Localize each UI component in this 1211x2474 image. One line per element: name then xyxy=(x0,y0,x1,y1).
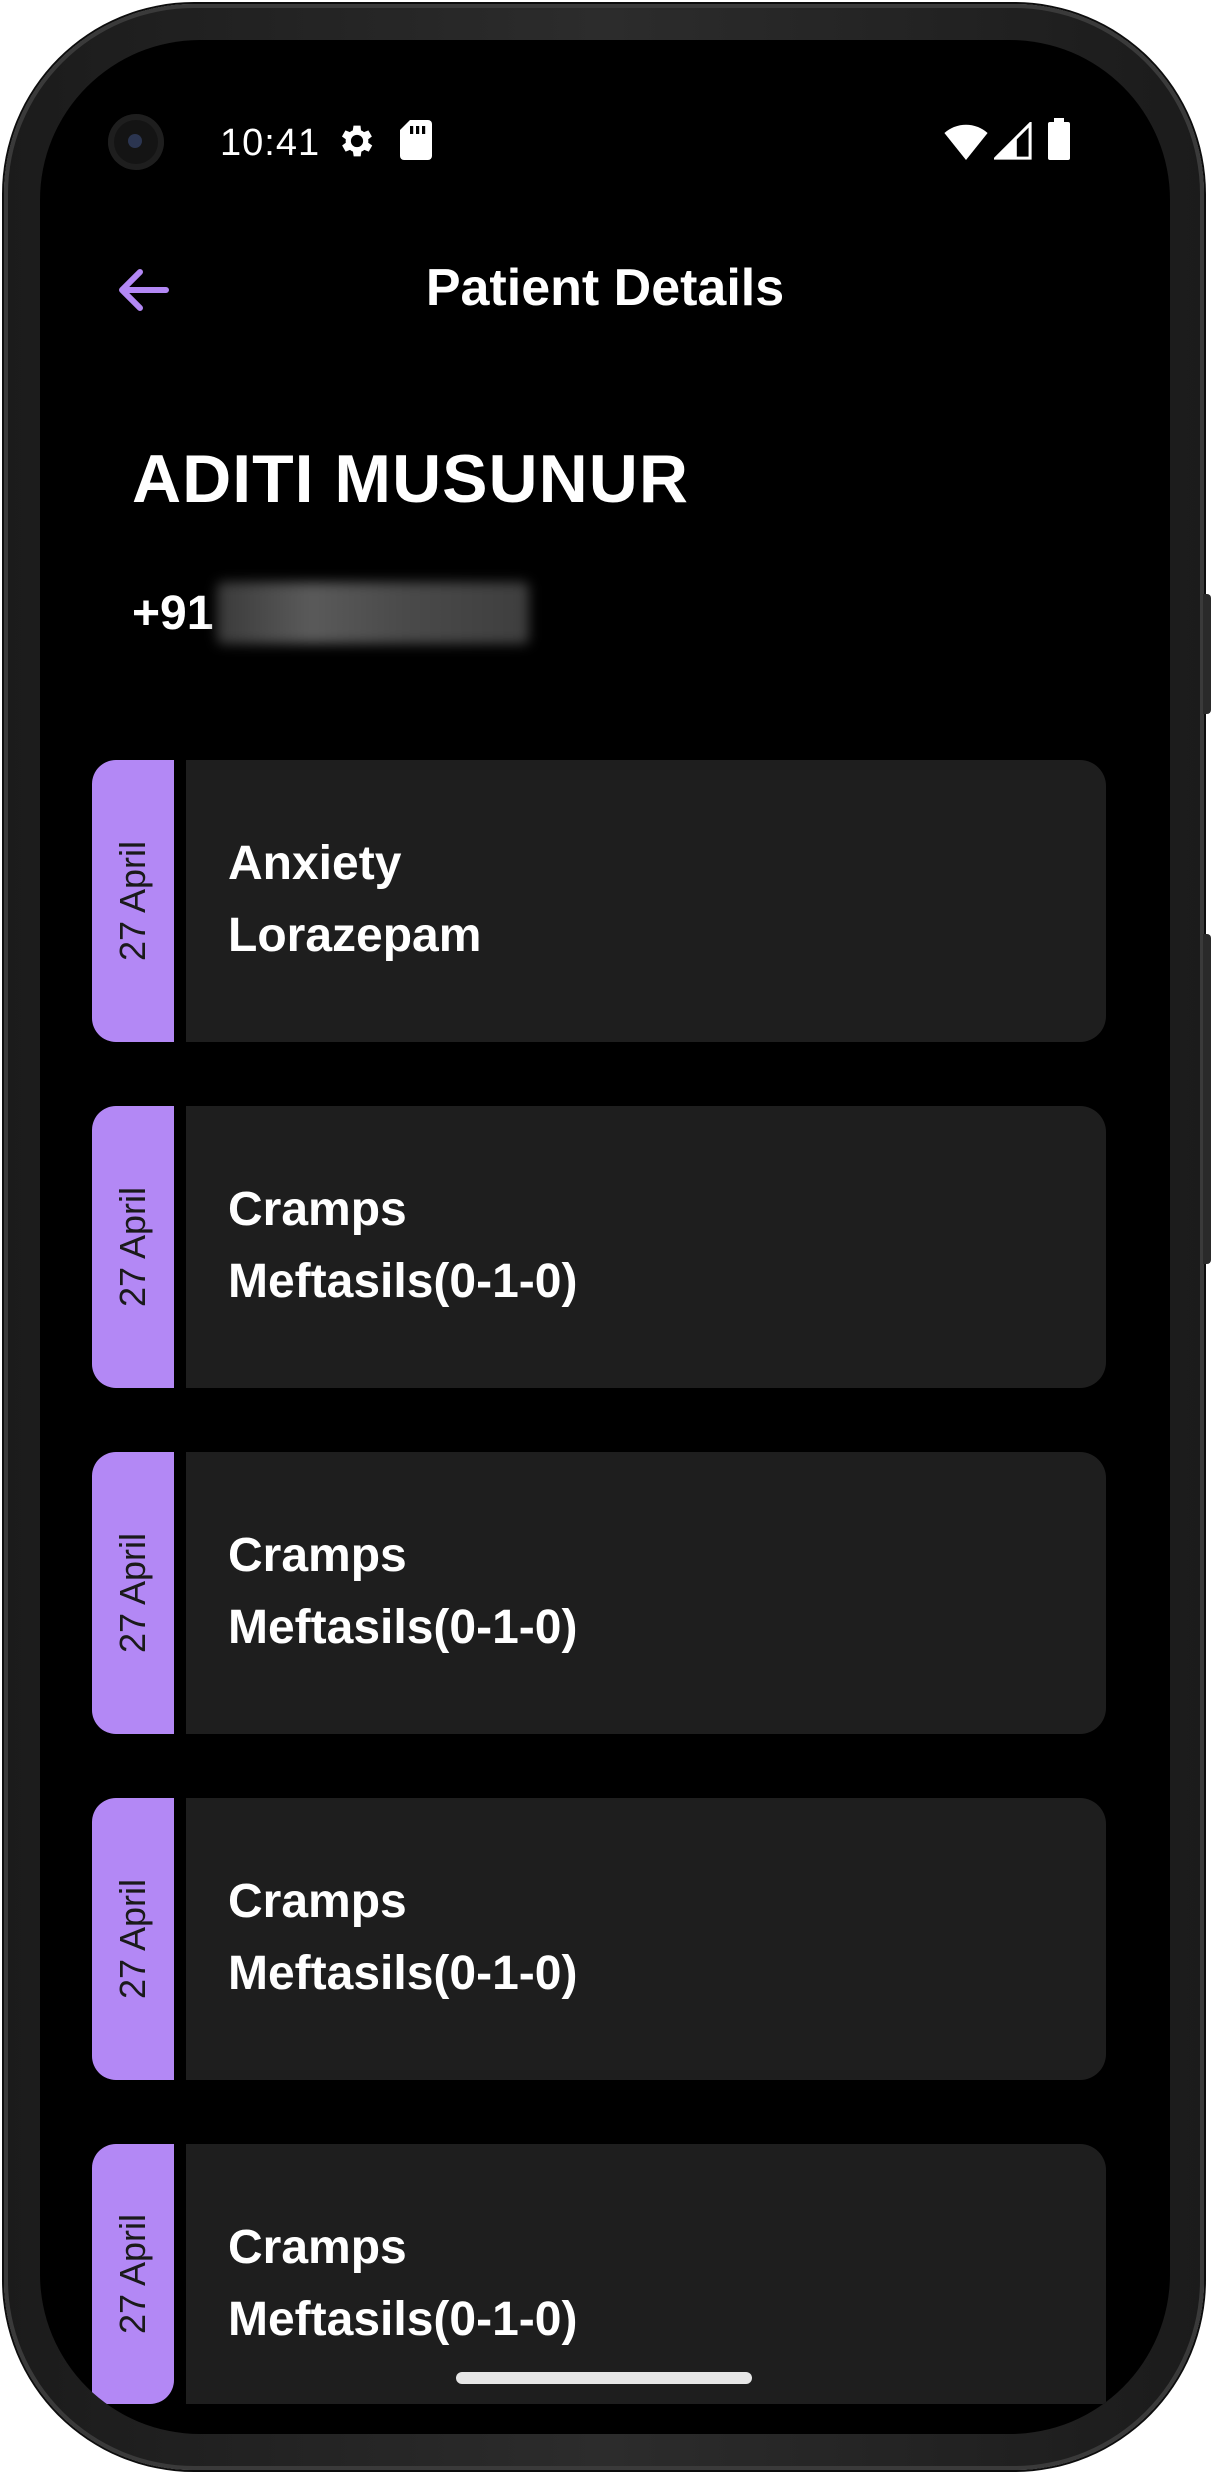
phone-frame: 10:41 Patient Details ADITI MUSUNUR +91 … xyxy=(4,4,1211,2470)
record-date: 27 April xyxy=(112,2213,153,2335)
record-body: Cramps Meftasils(0-1-0) xyxy=(186,1798,1106,2080)
record-condition: Anxiety xyxy=(228,837,402,890)
phone-prefix: +91 xyxy=(132,586,214,640)
patient-name: ADITI MUSUNUR xyxy=(132,441,689,517)
signal-icon xyxy=(994,122,1032,160)
status-bar: 10:41 xyxy=(40,40,1170,170)
record-card[interactable]: 27 April Cramps Meftasils(0-1-0) xyxy=(92,1798,1106,2080)
power-button xyxy=(1203,934,1211,1264)
phone-redacted xyxy=(217,582,530,644)
page-title: Patient Details xyxy=(425,259,785,317)
record-medicine: Meftasils(0-1-0) xyxy=(228,1947,578,2000)
record-date: 27 April xyxy=(112,1878,153,2000)
record-date-tab: 27 April xyxy=(92,1452,174,1734)
record-medicine: Meftasils(0-1-0) xyxy=(228,2293,578,2346)
record-body: Cramps Meftasils(0-1-0) xyxy=(186,1452,1106,1734)
patient-phone: +91 xyxy=(132,582,530,644)
record-card[interactable]: 27 April Cramps Meftasils(0-1-0) xyxy=(92,2144,1106,2404)
battery-icon xyxy=(1048,118,1070,160)
record-condition: Cramps xyxy=(228,1875,407,1928)
sd-card-icon xyxy=(400,120,432,160)
record-condition: Cramps xyxy=(228,1529,407,1582)
record-date: 27 April xyxy=(112,1186,153,1308)
record-card[interactable]: 27 April Cramps Meftasils(0-1-0) xyxy=(92,1452,1106,1734)
record-condition: Cramps xyxy=(228,2221,407,2274)
record-card[interactable]: 27 April Cramps Meftasils(0-1-0) xyxy=(92,1106,1106,1388)
record-date-tab: 27 April xyxy=(92,760,174,1042)
record-date-tab: 27 April xyxy=(92,1106,174,1388)
wifi-icon xyxy=(944,124,988,160)
record-body: Cramps Meftasils(0-1-0) xyxy=(186,1106,1106,1388)
record-list: 27 April Anxiety Lorazepam 27 April Cram… xyxy=(92,760,1106,2434)
screen: 10:41 Patient Details ADITI MUSUNUR +91 … xyxy=(40,40,1170,2434)
record-condition: Cramps xyxy=(228,1183,407,1236)
record-body: Anxiety Lorazepam xyxy=(186,760,1106,1042)
record-date-tab: 27 April xyxy=(92,1798,174,2080)
front-camera xyxy=(108,114,164,170)
gear-icon xyxy=(341,125,373,157)
record-body: Cramps Meftasils(0-1-0) xyxy=(186,2144,1106,2404)
home-indicator[interactable] xyxy=(456,2372,752,2384)
volume-button xyxy=(1203,594,1211,714)
record-medicine: Meftasils(0-1-0) xyxy=(228,1255,578,1308)
status-time: 10:41 xyxy=(220,122,321,164)
record-card[interactable]: 27 April Anxiety Lorazepam xyxy=(92,760,1106,1042)
record-medicine: Lorazepam xyxy=(228,909,482,962)
record-medicine: Meftasils(0-1-0) xyxy=(228,1601,578,1654)
record-date: 27 April xyxy=(112,840,153,962)
record-date-tab: 27 April xyxy=(92,2144,174,2404)
record-date: 27 April xyxy=(112,1532,153,1654)
